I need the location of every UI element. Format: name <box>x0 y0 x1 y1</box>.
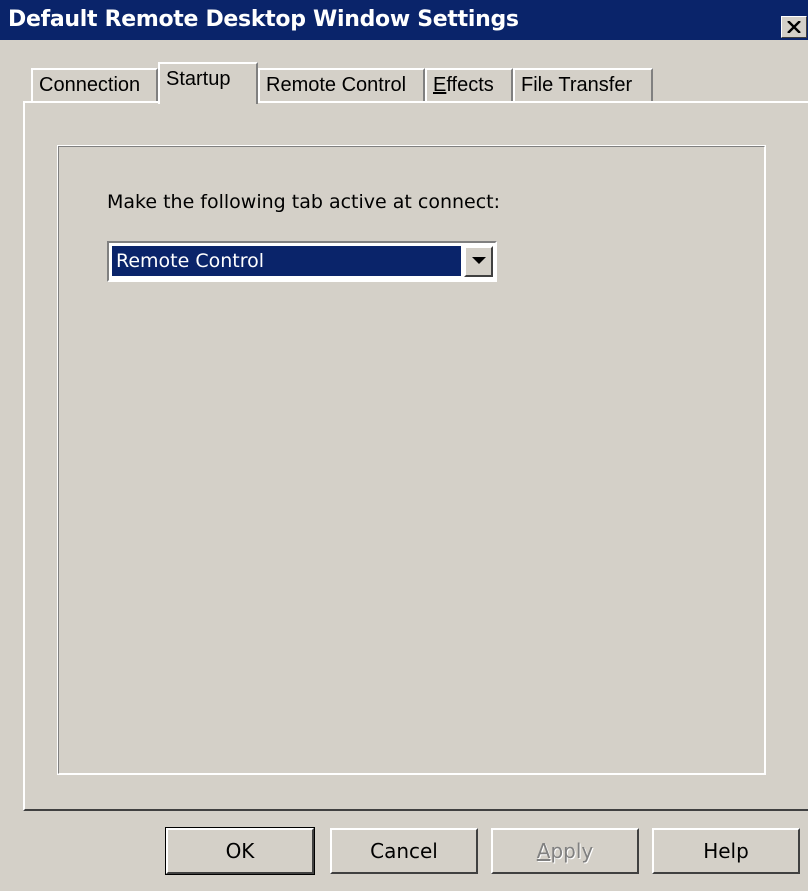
active-tab-dropdown[interactable]: Remote Control <box>107 241 497 282</box>
tab-remote-control-label: Remote Control <box>266 74 407 96</box>
tab-connection[interactable]: Connection <box>31 68 158 102</box>
active-tab-dropdown-value: Remote Control <box>112 246 461 276</box>
help-button-label: Help <box>703 839 749 863</box>
help-button[interactable]: Help <box>652 828 800 874</box>
tab-startup[interactable]: Startup <box>158 62 258 104</box>
tab-effects-access-key: E <box>433 74 447 96</box>
ok-button[interactable]: OK <box>165 827 315 875</box>
active-tab-label: Make the following tab active at connect… <box>107 191 501 213</box>
tab-file-transfer-label: File Transfer <box>521 74 633 96</box>
chevron-down-icon <box>472 257 486 264</box>
tab-remote-control[interactable]: Remote Control <box>258 68 425 102</box>
window-title: Default Remote Desktop Window Settings <box>8 7 519 32</box>
title-bar[interactable]: Default Remote Desktop Window Settings <box>0 0 808 40</box>
close-button[interactable] <box>781 16 807 38</box>
close-icon <box>787 20 801 34</box>
dropdown-button[interactable] <box>464 246 493 277</box>
tab-effects-label: ffects <box>446 74 494 96</box>
tab-file-transfer[interactable]: File Transfer <box>513 68 653 102</box>
apply-button[interactable]: Apply <box>491 828 639 874</box>
tab-effects[interactable]: Effects <box>425 68 513 102</box>
tab-startup-label: Startup <box>166 68 231 90</box>
ok-button-label: OK <box>225 839 255 863</box>
apply-button-label: pply <box>550 839 594 863</box>
cancel-button-label: Cancel <box>370 839 438 863</box>
apply-button-access-key: A <box>536 839 551 863</box>
cancel-button[interactable]: Cancel <box>330 828 478 874</box>
tab-connection-label: Connection <box>39 74 141 96</box>
